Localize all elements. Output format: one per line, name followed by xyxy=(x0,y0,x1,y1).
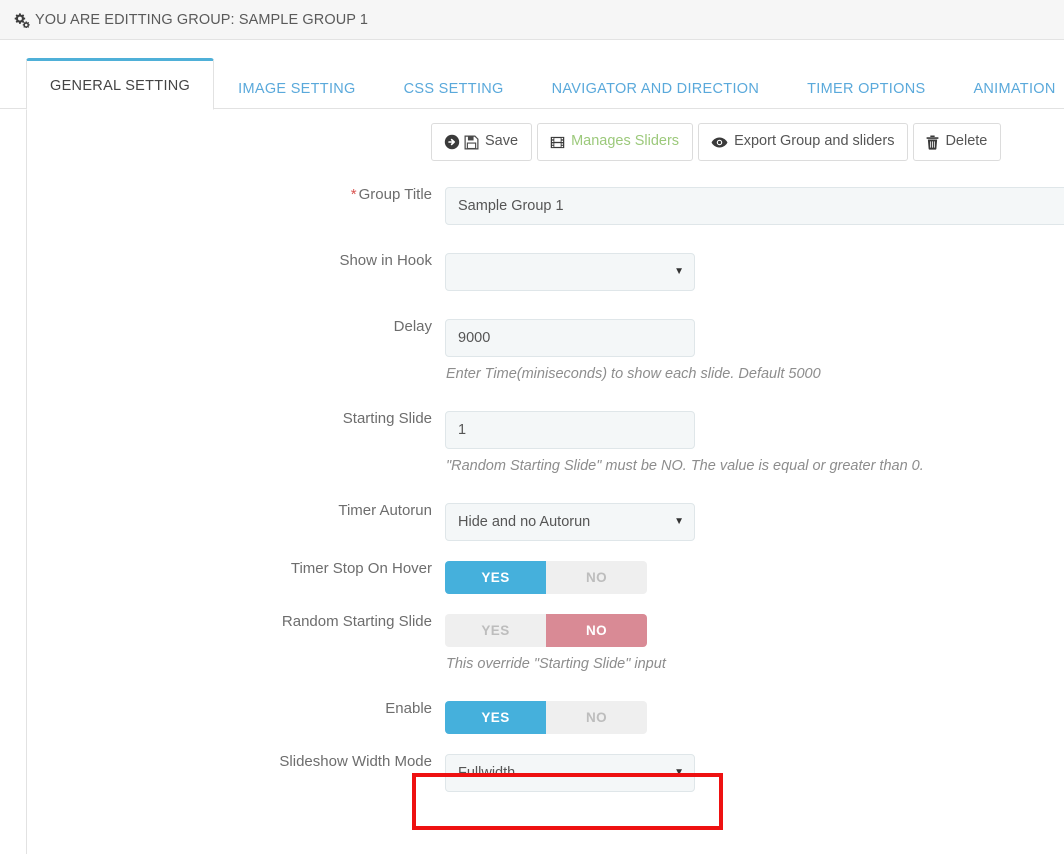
manages-sliders-button[interactable]: Manages Sliders xyxy=(537,123,694,161)
delay-label: Delay xyxy=(393,318,432,335)
tab-animation[interactable]: ANIMATION xyxy=(949,67,1064,110)
page-root: YOU ARE EDITTING GROUP: SAMPLE GROUP 1 G… xyxy=(0,0,1064,854)
field-delay: Delay Enter Time(miniseconds) to show ea… xyxy=(27,319,1064,383)
field-random-starting-slide: Random Starting Slide YES NO This overri… xyxy=(27,612,1064,673)
starting-slide-label: Starting Slide xyxy=(342,409,432,427)
starting-slide-input[interactable] xyxy=(445,410,695,449)
tab-bar: GENERAL SETTING IMAGE SETTING CSS SETTIN… xyxy=(0,55,1064,110)
tab-timer-options[interactable]: TIMER OPTIONS xyxy=(783,67,949,110)
toggle-no-option[interactable]: NO xyxy=(546,560,647,594)
slideshow-width-mode-select-value: Fullwidth xyxy=(445,753,695,792)
save-button[interactable]: Save xyxy=(431,123,533,161)
field-timer-autorun: Timer Autorun Hide and no Autorun ▼ xyxy=(27,501,1064,541)
export-button-label: Export Group and sliders xyxy=(734,133,895,150)
toggle-yes-option[interactable]: YES xyxy=(445,560,546,594)
timer-autorun-select[interactable]: Hide and no Autorun ▼ xyxy=(445,502,695,541)
group-title-label: * Group Title xyxy=(350,186,432,203)
delay-help-text: Enter Time(miniseconds) to show each sli… xyxy=(446,366,821,382)
film-icon xyxy=(550,135,565,150)
toggle-no-option[interactable]: NO xyxy=(546,613,647,647)
delete-button[interactable]: Delete xyxy=(913,123,1002,161)
settings-panel: Save Manages Sliders Export Group and sl… xyxy=(26,109,1064,854)
tab-label: TIMER OPTIONS xyxy=(807,80,926,97)
toggle-yes-option[interactable]: YES xyxy=(445,613,546,647)
show-in-hook-select-value xyxy=(445,253,695,291)
tab-css-setting[interactable]: CSS SETTING xyxy=(380,67,528,110)
eye-icon xyxy=(711,136,728,149)
timer-autorun-select-value: Hide and no Autorun xyxy=(445,502,695,541)
random-starting-slide-label: Random Starting Slide xyxy=(281,612,432,630)
timer-stop-on-hover-label: Timer Stop On Hover xyxy=(290,559,432,577)
field-slideshow-width-mode: Slideshow Width Mode Fullwidth ▼ xyxy=(27,752,1064,792)
slideshow-width-mode-label: Slideshow Width Mode xyxy=(279,752,432,770)
export-group-and-sliders-button[interactable]: Export Group and sliders xyxy=(698,123,909,161)
tab-navigator-and-direction[interactable]: NAVIGATOR AND DIRECTION xyxy=(528,67,784,110)
required-asterisk: * xyxy=(350,186,357,203)
toggle-yes-option[interactable]: YES xyxy=(445,700,546,734)
cogs-icon xyxy=(12,11,30,29)
field-show-in-hook: Show in Hook ▼ xyxy=(27,253,1064,291)
timer-autorun-label: Timer Autorun xyxy=(338,501,432,519)
field-group-title: * Group Title xyxy=(27,187,1064,225)
toggle-no-option[interactable]: NO xyxy=(546,700,647,734)
slideshow-width-mode-select[interactable]: Fullwidth ▼ xyxy=(445,753,695,792)
timer-stop-on-hover-toggle[interactable]: YES NO xyxy=(445,560,647,594)
arrow-circle-right-icon xyxy=(444,134,460,150)
enable-toggle[interactable]: YES NO xyxy=(445,700,647,734)
tab-label: IMAGE SETTING xyxy=(238,80,356,97)
actions-toolbar: Save Manages Sliders Export Group and sl… xyxy=(27,123,1064,161)
field-enable: Enable YES NO xyxy=(27,699,1064,734)
enable-label: Enable xyxy=(385,699,432,717)
floppy-save-icon xyxy=(464,135,479,150)
show-in-hook-label: Show in Hook xyxy=(339,252,432,269)
starting-slide-help-text: "Random Starting Slide" must be NO. The … xyxy=(446,457,924,474)
random-starting-slide-toggle[interactable]: YES NO xyxy=(445,613,647,647)
tab-label: ANIMATION xyxy=(973,80,1056,97)
tab-label: NAVIGATOR AND DIRECTION xyxy=(551,80,760,97)
delete-button-label: Delete xyxy=(945,133,988,150)
field-starting-slide: Starting Slide "Random Starting Slide" m… xyxy=(27,409,1064,475)
random-starting-slide-help-text: This override "Starting Slide" input xyxy=(446,655,666,672)
trash-icon xyxy=(926,134,939,150)
manages-sliders-label: Manages Sliders xyxy=(571,133,680,150)
tab-image-setting[interactable]: IMAGE SETTING xyxy=(214,67,380,110)
tab-label: CSS SETTING xyxy=(403,80,504,97)
page-header: YOU ARE EDITTING GROUP: SAMPLE GROUP 1 xyxy=(0,0,1064,40)
group-title-input[interactable] xyxy=(445,187,1064,225)
tab-general-setting[interactable]: GENERAL SETTING xyxy=(26,57,215,110)
field-timer-stop-on-hover: Timer Stop On Hover YES NO xyxy=(27,559,1064,594)
save-button-label: Save xyxy=(485,133,519,150)
page-title: YOU ARE EDITTING GROUP: SAMPLE GROUP 1 xyxy=(35,11,369,28)
delay-input[interactable] xyxy=(445,319,695,357)
show-in-hook-select[interactable]: ▼ xyxy=(445,253,695,291)
tab-label: GENERAL SETTING xyxy=(50,77,191,94)
